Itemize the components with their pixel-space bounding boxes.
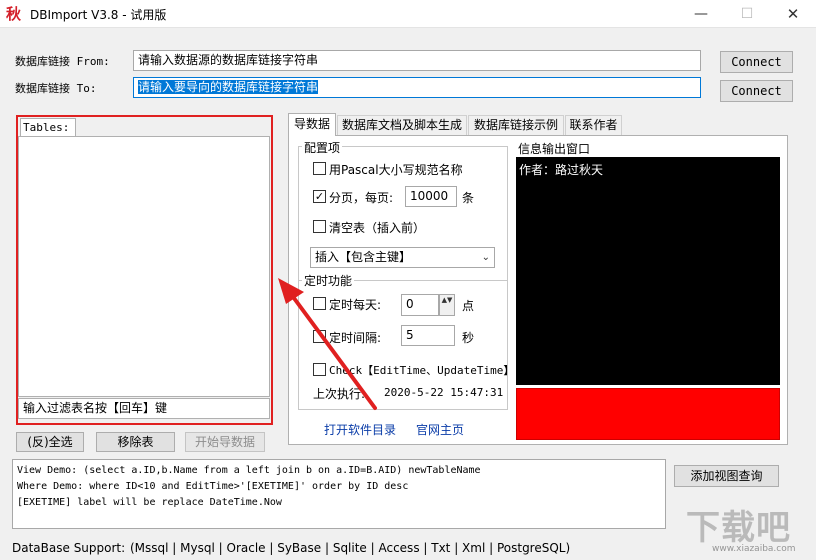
start-import-button[interactable]: 开始导数据 xyxy=(185,432,265,452)
from-connection-text: 请输入数据源的数据库链接字符串 xyxy=(138,53,319,67)
homepage-link[interactable]: 官网主页 xyxy=(416,421,464,438)
hour-spinner-icon[interactable]: ▲▼ xyxy=(439,294,455,316)
minimize-button[interactable]: — xyxy=(678,0,724,28)
watermark-url: www.xiazaiba.com xyxy=(712,544,796,554)
connect-to-button[interactable]: Connect xyxy=(720,80,793,102)
database-support-list: (Mssql | Mysql | Oracle | SyBase | Sqlit… xyxy=(130,541,571,555)
select-all-button[interactable]: (反)全选 xyxy=(16,432,84,452)
watermark-logo: 下载吧 xyxy=(686,508,791,548)
remove-table-button[interactable]: 移除表 xyxy=(96,432,175,452)
chevron-down-icon: ⌄ xyxy=(481,252,490,263)
maximize-button[interactable]: ☐ xyxy=(724,0,770,28)
truncate-label: 清空表（插入前） xyxy=(329,221,426,235)
from-connection-input[interactable]: 请输入数据源的数据库链接字符串 xyxy=(133,50,701,71)
paging-unit-label: 条 xyxy=(462,191,475,205)
demo-line: [EXETIME] label will be replace DateTime… xyxy=(17,497,282,508)
tab-import[interactable]: 导数据 xyxy=(288,113,336,136)
close-button[interactable]: ✕ xyxy=(770,0,816,28)
truncate-checkbox[interactable] xyxy=(313,220,326,233)
annotation-arrow-icon xyxy=(278,278,377,410)
daily-unit-label: 点 xyxy=(462,299,475,313)
open-directory-link[interactable]: 打开软件目录 xyxy=(324,421,396,438)
interval-unit-label: 秒 xyxy=(462,331,475,345)
page-size-input[interactable]: 10000 xyxy=(405,186,457,207)
last-run-value: 2020-5-22 15:47:31 xyxy=(384,386,504,399)
insert-mode-value: 插入【包含主键】 xyxy=(315,250,412,264)
demo-line: View Demo: (select a.ID,b.Name from a le… xyxy=(17,465,481,476)
window-title: DBImport V3.8 - 试用版 xyxy=(30,8,167,22)
paging-checkbox[interactable]: ✓ xyxy=(313,190,326,203)
daily-hour-input[interactable]: 0 xyxy=(401,294,439,316)
pascal-case-label: 用Pascal大小写规范名称 xyxy=(329,163,463,177)
config-group-title: 配置项 xyxy=(302,139,343,156)
paging-label: 分页，每页: xyxy=(329,191,394,205)
tab-docs-scripts[interactable]: 数据库文档及脚本生成 xyxy=(337,115,467,135)
insert-mode-select[interactable]: 插入【包含主键】 ⌄ xyxy=(310,247,495,268)
app-icon: 秋 xyxy=(6,5,22,23)
info-output-console: 作者：路过秋天 xyxy=(516,157,780,385)
demo-textarea[interactable]: View Demo: (select a.ID,b.Name from a le… xyxy=(12,459,666,529)
to-connection-input[interactable]: 请输入要导向的数据库链接字符串 xyxy=(133,77,701,98)
tab-connection-examples[interactable]: 数据库链接示例 xyxy=(468,115,564,135)
pascal-case-checkbox[interactable] xyxy=(313,162,326,175)
title-bar[interactable]: 秋 DBImport V3.8 - 试用版 — ☐ ✕ xyxy=(0,0,816,28)
tab-contact-author[interactable]: 联系作者 xyxy=(565,115,622,135)
interval-input[interactable]: 5 xyxy=(401,325,455,346)
add-view-query-button[interactable]: 添加视图查询 xyxy=(674,465,779,487)
database-support-label: DataBase Support: xyxy=(12,541,126,555)
info-output-title: 信息输出窗口 xyxy=(518,142,591,156)
connect-from-button[interactable]: Connect xyxy=(720,51,793,73)
to-connection-text: 请输入要导向的数据库链接字符串 xyxy=(138,80,319,94)
status-indicator xyxy=(516,388,780,440)
from-label: 数据库链接 From: xyxy=(15,55,110,68)
to-label: 数据库链接 To: xyxy=(15,82,97,95)
demo-line: Where Demo: where ID<10 and EditTime>'[E… xyxy=(17,481,409,492)
highlight-box xyxy=(16,115,273,425)
